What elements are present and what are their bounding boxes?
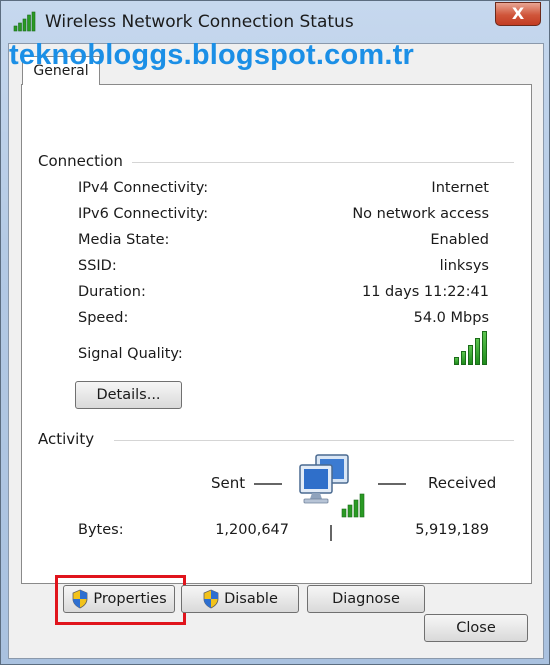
activity-group-label: Activity [38,430,101,448]
speed-value: 54.0 Mbps [413,310,489,326]
connection-group-label: Connection [38,152,129,170]
network-computers-icon [299,454,365,518]
disable-button-label: Disable [224,591,278,607]
received-connector-line [378,483,406,485]
window-close-button[interactable]: X [495,2,541,26]
uac-shield-icon [203,589,219,609]
connection-divider [132,162,514,163]
speed-label: Speed: [78,310,129,326]
ssid-value: linksys [439,258,489,274]
duration-label: Duration: [78,284,146,300]
media-state-label: Media State: [78,232,170,248]
wireless-signal-icon [13,11,36,32]
properties-button[interactable]: Properties [63,585,175,613]
general-tab-panel: Connection IPv4 Connectivity: Internet I… [21,84,532,625]
bytes-received-value: 5,919,189 [415,522,489,538]
details-button[interactable]: Details... [75,381,182,409]
received-label: Received [428,474,497,492]
window-title: Wireless Network Connection Status [45,12,354,32]
bytes-sent-value: 1,200,647 [215,522,289,538]
bytes-divider [330,525,332,541]
sent-connector-line [254,483,282,485]
ipv6-value: No network access [352,206,489,222]
duration-value: 11 days 11:22:41 [361,284,489,300]
signal-quality-bars-icon [454,331,487,365]
uac-shield-icon [72,589,88,609]
ipv6-label: IPv6 Connectivity: [78,206,209,222]
blog-watermark: teknobloggs.blogspot.com.tr [9,39,414,71]
media-state-value: Enabled [430,232,489,248]
bytes-label: Bytes: [78,522,124,538]
dialog-body: General Connection IPv4 Connectivity: In… [8,43,544,659]
close-button[interactable]: Close [424,614,528,642]
ssid-label: SSID: [78,258,117,274]
activity-divider [114,440,514,441]
ipv4-label: IPv4 Connectivity: [78,180,209,196]
disable-button[interactable]: Disable [181,585,299,613]
sent-label: Sent [211,474,246,492]
ipv4-value: Internet [431,180,489,196]
status-window: Wireless Network Connection Status X Gen… [0,0,550,665]
diagnose-button[interactable]: Diagnose [307,585,425,613]
title-bar[interactable]: Wireless Network Connection Status X [1,1,549,43]
signal-quality-label: Signal Quality: [78,346,183,362]
properties-button-label: Properties [93,591,167,607]
